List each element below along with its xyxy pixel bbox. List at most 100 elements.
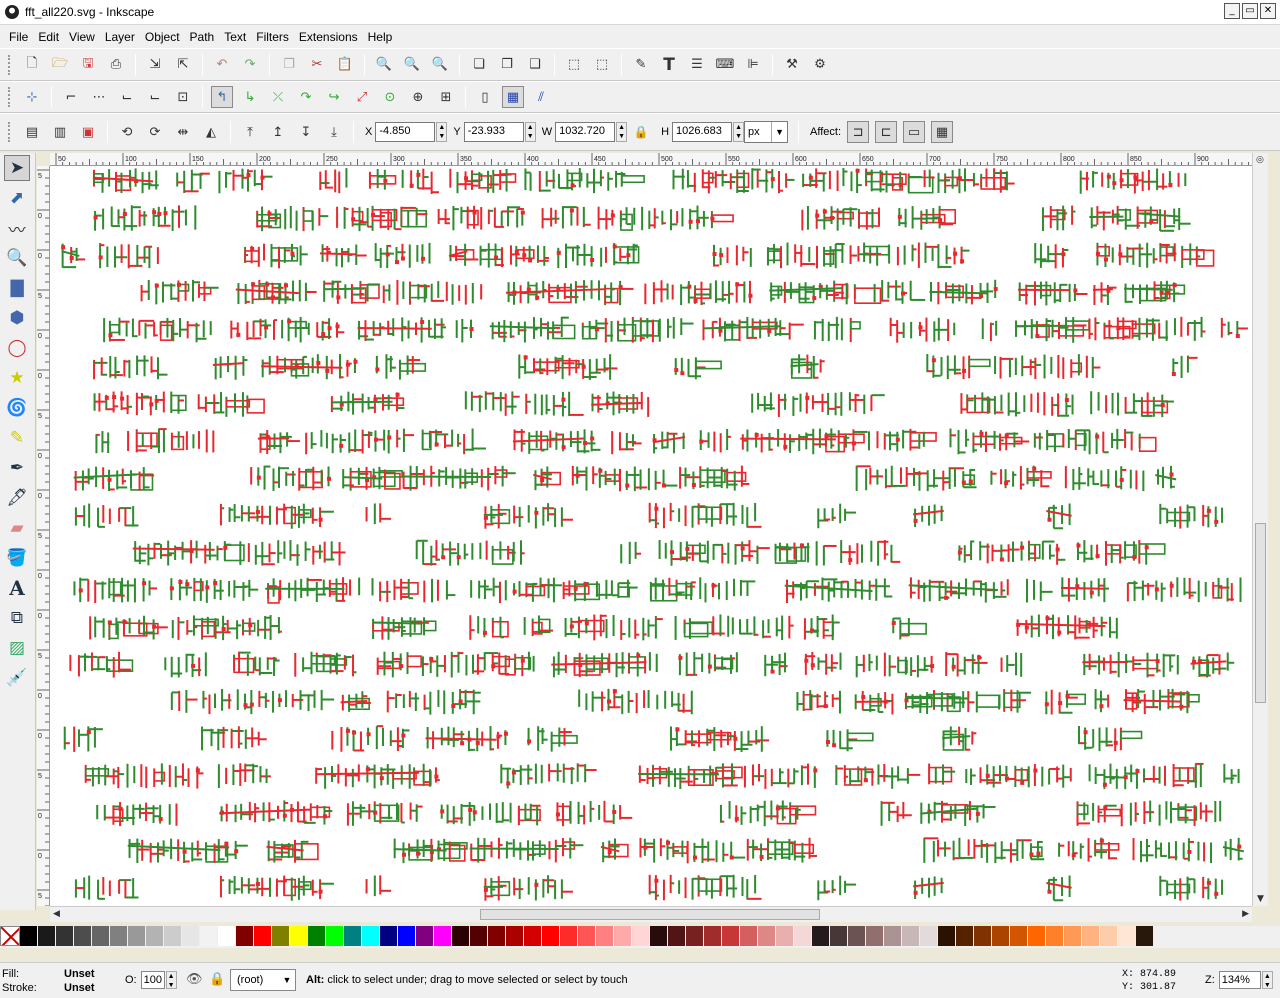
deselect-icon[interactable]: ▣	[77, 121, 99, 143]
color-swatch[interactable]	[1136, 926, 1154, 946]
color-swatch[interactable]	[1082, 926, 1100, 946]
color-swatch[interactable]	[1046, 926, 1064, 946]
scroll-right-icon[interactable]: ▶	[1242, 909, 1249, 919]
snap-text-baseline-icon[interactable]: ⊕	[407, 86, 429, 108]
color-swatch[interactable]	[182, 926, 200, 946]
flip-horizontal-icon[interactable]: ⇹	[172, 121, 194, 143]
paint-bucket-icon[interactable]: 🪣	[4, 545, 30, 571]
height-spinner[interactable]: ▲ ▼	[733, 122, 745, 142]
raise-to-top-icon[interactable]: ⤒	[239, 121, 261, 143]
selector-icon[interactable]: ➤	[4, 155, 30, 181]
zoom-page-icon[interactable]: 🔍	[429, 54, 451, 76]
color-swatch[interactable]	[434, 926, 452, 946]
height-field[interactable]: 1026.683	[672, 122, 733, 142]
fill-stroke-indicator[interactable]: Fill: Unset Stroke: Unset	[2, 967, 122, 995]
vertical-scroll-thumb[interactable]	[1255, 523, 1266, 703]
opacity-field[interactable]: 100	[140, 971, 165, 989]
save-icon[interactable]: 🖫	[77, 54, 99, 76]
snap-bbox-icon[interactable]: ⌐	[60, 86, 82, 108]
fill-stroke-icon[interactable]: ⬚	[591, 54, 613, 76]
color-swatch[interactable]	[1010, 926, 1028, 946]
select-all-icon[interactable]: ▤	[21, 121, 43, 143]
color-swatch[interactable]	[74, 926, 92, 946]
lock-layer-icon[interactable]: 🔒	[209, 972, 225, 987]
vertical-scrollbar[interactable]: ◎ ▼	[1252, 153, 1268, 906]
snap-grid-icon[interactable]: ▦	[502, 86, 524, 108]
color-swatch[interactable]	[146, 926, 164, 946]
print-icon[interactable]: ⎙	[105, 54, 127, 76]
snap-toggle-icon[interactable]: ⊹	[21, 86, 43, 108]
color-swatch[interactable]	[812, 926, 830, 946]
color-swatch[interactable]	[326, 926, 344, 946]
node-editor-icon[interactable]: ⬚	[563, 54, 585, 76]
color-swatch[interactable]	[830, 926, 848, 946]
x-spinner[interactable]: ▲ ▼	[436, 122, 448, 142]
y-field[interactable]: -23.933	[463, 122, 524, 142]
ellipse-icon[interactable]: ◯	[4, 335, 30, 361]
spiral-icon[interactable]: 🌀	[4, 395, 30, 421]
dropper-icon[interactable]: 💉	[4, 665, 30, 691]
color-swatch[interactable]	[110, 926, 128, 946]
color-swatch[interactable]	[38, 926, 56, 946]
horizontal-ruler[interactable]: 50 100 150 200 250 300 350 400 450 500 550 600 650 70…	[50, 153, 1252, 166]
preferences-icon[interactable]: ⚒	[781, 54, 803, 76]
zoom-drawing-icon[interactable]: 🔍	[401, 54, 423, 76]
opacity-spinner[interactable]: ▲ ▼	[165, 971, 177, 989]
color-swatch[interactable]	[506, 926, 524, 946]
color-swatch[interactable]	[848, 926, 866, 946]
color-swatch[interactable]	[470, 926, 488, 946]
minimize-button[interactable]: _	[1224, 3, 1240, 19]
color-swatch[interactable]	[488, 926, 506, 946]
rotate-cw-icon[interactable]: ⟳	[144, 121, 166, 143]
snap-guide-icon[interactable]: ⫽	[530, 86, 552, 108]
open-icon[interactable]: 🗁	[49, 54, 71, 76]
scroll-left-icon[interactable]: ◀	[53, 909, 60, 919]
color-swatch[interactable]	[290, 926, 308, 946]
cut-icon[interactable]: ✂	[306, 54, 328, 76]
color-swatch[interactable]	[668, 926, 686, 946]
export-icon[interactable]: ⇱	[172, 54, 194, 76]
rect-icon[interactable]: ▇	[4, 275, 30, 301]
connector-icon[interactable]: ⧉	[4, 605, 30, 631]
no-paint-swatch[interactable]	[0, 926, 20, 946]
zoom-spinner[interactable]: ▲ ▼	[1261, 971, 1273, 989]
transform-gradients-icon[interactable]: ▭	[903, 121, 926, 143]
color-swatch[interactable]	[596, 926, 614, 946]
unit-select[interactable]: px ▼	[744, 121, 789, 143]
color-swatch[interactable]	[416, 926, 434, 946]
snap-rotation-center-icon[interactable]: ⊙	[379, 86, 401, 108]
star-icon[interactable]: ★	[4, 365, 30, 391]
color-swatch[interactable]	[200, 926, 218, 946]
snap-midpoint-icon[interactable]: ↪	[323, 86, 345, 108]
lock-ratio-icon[interactable]: 🔒	[630, 121, 652, 143]
3dbox-icon[interactable]: ⬢	[4, 305, 30, 331]
snap-bbox-midpoint-icon[interactable]: ⌙	[144, 86, 166, 108]
menu-file[interactable]: File	[4, 30, 33, 44]
width-spinner[interactable]: ▲ ▼	[616, 122, 628, 142]
width-field[interactable]: 1032.720	[555, 122, 616, 142]
redo-icon[interactable]: ↷	[239, 54, 261, 76]
zoom-corner-icon[interactable]: ◎	[1256, 155, 1264, 165]
color-swatch[interactable]	[974, 926, 992, 946]
color-swatch[interactable]	[1064, 926, 1082, 946]
zoom-field[interactable]: 134%	[1218, 971, 1261, 989]
color-swatch[interactable]	[344, 926, 362, 946]
color-swatch[interactable]	[920, 926, 938, 946]
text-icon[interactable]: A	[4, 575, 30, 601]
color-swatch[interactable]	[992, 926, 1010, 946]
zoom-icon[interactable]: 🔍	[4, 245, 30, 271]
color-swatch[interactable]	[164, 926, 182, 946]
snap-bbox-edge-icon[interactable]: ⋯	[88, 86, 110, 108]
menu-filters[interactable]: Filters	[251, 30, 294, 44]
undo-icon[interactable]: ↶	[211, 54, 233, 76]
color-swatch[interactable]	[542, 926, 560, 946]
transform-patterns-icon[interactable]: ▦	[931, 121, 954, 143]
color-swatch[interactable]	[758, 926, 776, 946]
zoom-selection-icon[interactable]: 🔍	[373, 54, 395, 76]
snap-page-icon[interactable]: ▯	[474, 86, 496, 108]
snap-object-center-icon[interactable]: ⤢	[351, 86, 373, 108]
color-swatch[interactable]	[398, 926, 416, 946]
gradient-icon[interactable]: ▨	[4, 635, 30, 661]
color-swatch[interactable]	[632, 926, 650, 946]
color-swatch[interactable]	[452, 926, 470, 946]
